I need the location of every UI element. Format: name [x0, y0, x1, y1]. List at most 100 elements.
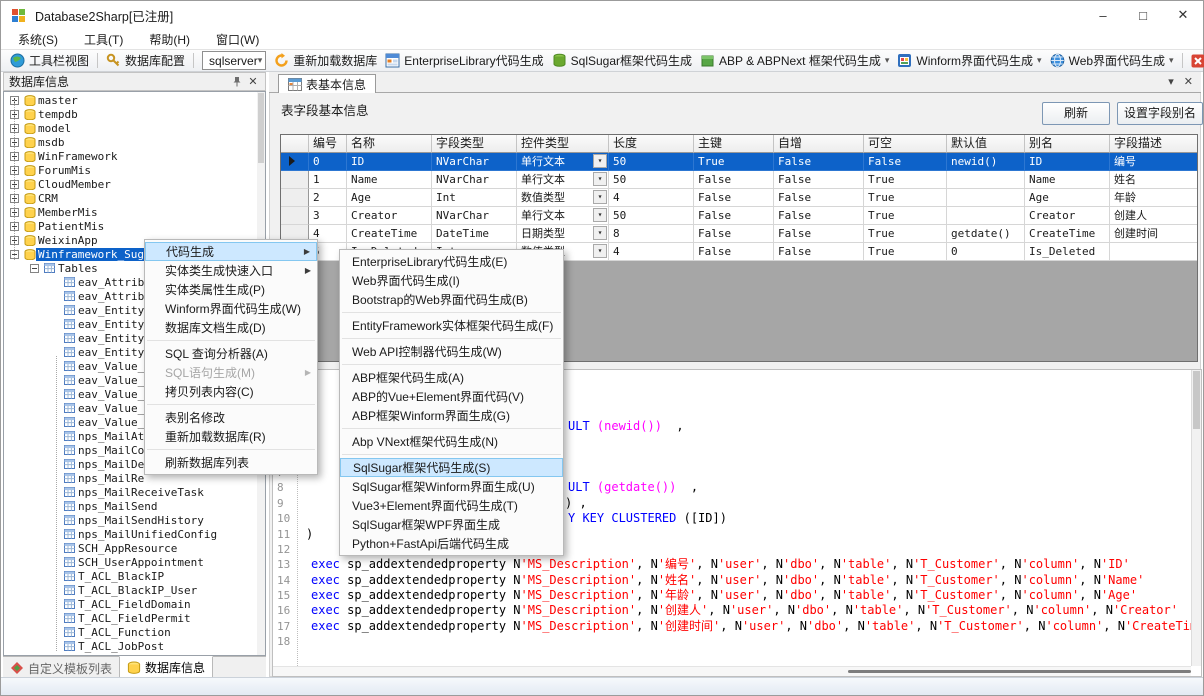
maximize-button[interactable]: □: [1123, 1, 1163, 29]
grid-cell[interactable]: Name: [347, 171, 432, 189]
grid-cell[interactable]: False: [774, 171, 864, 189]
context-menu-item-10[interactable]: 表别名修改: [145, 408, 317, 427]
grid-cell[interactable]: 50: [609, 171, 694, 189]
grid-column-header[interactable]: 默认值: [947, 135, 1025, 153]
grid-row[interactable]: 0IDNVarChar单行文本▾50TrueFalseFalsenewid()I…: [281, 153, 1197, 171]
tree-database-master[interactable]: master: [4, 93, 265, 107]
context-menu-item-3[interactable]: Winform界面代码生成(W): [145, 299, 317, 318]
submenu-item-10[interactable]: ABP框架Winform界面生成(G): [340, 406, 563, 425]
grid-cell[interactable]: 年龄: [1110, 189, 1198, 207]
grid-column-header[interactable]: 可空: [864, 135, 947, 153]
cell-dropdown-icon[interactable]: ▾: [593, 244, 607, 258]
winform-codegen-button[interactable]: Winform界面代码生成 ▾: [893, 51, 1045, 70]
grid-row-selector[interactable]: [281, 189, 309, 207]
grid-cell[interactable]: Int: [432, 189, 517, 207]
menubar-item-0[interactable]: 系统(S): [5, 29, 71, 50]
grid-column-header[interactable]: 字段描述: [1110, 135, 1198, 153]
submenu-item-16[interactable]: Vue3+Element界面代码生成(T): [340, 496, 563, 515]
grid-cell[interactable]: [947, 171, 1025, 189]
grid-cell[interactable]: 单行文本▾: [517, 153, 609, 171]
tree-database-ForumMis[interactable]: ForumMis: [4, 163, 265, 177]
web-codegen-button[interactable]: Web界面代码生成 ▾: [1046, 51, 1178, 70]
grid-cell[interactable]: 0: [947, 243, 1025, 261]
tree-database-PatientMis[interactable]: PatientMis: [4, 219, 265, 233]
grid-cell[interactable]: 2: [309, 189, 347, 207]
grid-cell[interactable]: True: [864, 171, 947, 189]
grid-column-header[interactable]: 控件类型: [517, 135, 609, 153]
grid-cell[interactable]: True: [864, 225, 947, 243]
tree-table-item[interactable]: nps_MailUnifiedConfig: [4, 527, 265, 541]
grid-cell[interactable]: [1110, 243, 1198, 261]
grid-cell[interactable]: CreateTime: [1025, 225, 1110, 243]
tree-table-item[interactable]: T_ACL_BlackIP_User: [4, 583, 265, 597]
grid-row-selector[interactable]: [281, 207, 309, 225]
grid-cell[interactable]: DateTime: [432, 225, 517, 243]
tree-table-item[interactable]: T_ACL_BlackIP: [4, 569, 265, 583]
grid-cell[interactable]: 4: [609, 189, 694, 207]
grid-column-header[interactable]: 名称: [347, 135, 432, 153]
grid-cell[interactable]: 0: [309, 153, 347, 171]
grid-cell[interactable]: 数值类型▾: [517, 189, 609, 207]
tree-database-MemberMis[interactable]: MemberMis: [4, 205, 265, 219]
grid-cell[interactable]: 50: [609, 153, 694, 171]
grid-cell[interactable]: True: [864, 207, 947, 225]
grid-cell[interactable]: 1: [309, 171, 347, 189]
refresh-button[interactable]: 刷新: [1042, 102, 1110, 125]
tree-table-item[interactable]: SCH_UserAppointment: [4, 555, 265, 569]
grid-cell[interactable]: 日期类型▾: [517, 225, 609, 243]
grid-cell[interactable]: True: [694, 153, 774, 171]
tree-table-item[interactable]: T_ACL_Function: [4, 625, 265, 639]
grid-cell[interactable]: newid(): [947, 153, 1025, 171]
grid-cell[interactable]: False: [774, 243, 864, 261]
submenu-item-0[interactable]: EnterpriseLibrary代码生成(E): [340, 252, 563, 271]
tree-table-item[interactable]: T_ACL_FieldDomain: [4, 597, 265, 611]
grid-row-selector[interactable]: [281, 171, 309, 189]
cell-dropdown-icon[interactable]: ▾: [593, 154, 607, 168]
cell-dropdown-icon[interactable]: ▾: [593, 226, 607, 240]
grid-column-header[interactable]: 自增: [774, 135, 864, 153]
tree-table-item[interactable]: nps_MailSendHistory: [4, 513, 265, 527]
tree-table-item[interactable]: T_ACL_JobPost: [4, 639, 265, 653]
grid-cell[interactable]: False: [774, 189, 864, 207]
grid-cell[interactable]: False: [774, 225, 864, 243]
menubar-item-3[interactable]: 窗口(W): [203, 29, 272, 50]
grid-cell[interactable]: [947, 189, 1025, 207]
grid-row-selector[interactable]: [281, 153, 309, 171]
context-menu-item-6[interactable]: SQL 查询分析器(A): [145, 344, 317, 363]
submenu-item-18[interactable]: Python+FastApi后端代码生成: [340, 534, 563, 553]
submenu-item-9[interactable]: ABP的Vue+Element界面代码(V): [340, 387, 563, 406]
exit-button[interactable]: 退出: [1187, 51, 1204, 70]
tree-table-item[interactable]: nps_MailSend: [4, 499, 265, 513]
submenu-item-4[interactable]: EntityFramework实体框架代码生成(F): [340, 316, 563, 335]
pin-icon[interactable]: [232, 76, 246, 87]
context-menu-item-8[interactable]: 拷贝列表内容(C): [145, 382, 317, 401]
menubar-item-1[interactable]: 工具(T): [71, 29, 136, 50]
submenu-item-1[interactable]: Web界面代码生成(I): [340, 271, 563, 290]
grid-cell[interactable]: ID: [347, 153, 432, 171]
grid-cell[interactable]: Is_Deleted: [1025, 243, 1110, 261]
minimize-button[interactable]: –: [1083, 1, 1123, 29]
grid-cell[interactable]: [947, 207, 1025, 225]
submenu-item-6[interactable]: Web API控制器代码生成(W): [340, 342, 563, 361]
grid-row[interactable]: 1NameNVarChar单行文本▾50FalseFalseTrueName姓名: [281, 171, 1197, 189]
grid-cell[interactable]: 创建时间: [1110, 225, 1198, 243]
cell-dropdown-icon[interactable]: ▾: [593, 208, 607, 222]
grid-cell[interactable]: NVarChar: [432, 207, 517, 225]
grid-cell[interactable]: 8: [609, 225, 694, 243]
grid-cell[interactable]: False: [774, 207, 864, 225]
context-menu-item-1[interactable]: 实体类生成快速入口▶: [145, 261, 317, 280]
grid-column-header[interactable]: 字段类型: [432, 135, 517, 153]
grid-cell[interactable]: NVarChar: [432, 171, 517, 189]
database-type-select[interactable]: sqlserver ▾: [202, 51, 266, 70]
submenu-item-12[interactable]: Abp VNext框架代码生成(N): [340, 432, 563, 451]
tab-table-basic-info[interactable]: 表基本信息: [278, 74, 376, 94]
grid-row[interactable]: 2AgeInt数值类型▾4FalseFalseTrueAge年龄: [281, 189, 1197, 207]
tab-list-dropdown-icon[interactable]: ▾: [1168, 75, 1174, 88]
tree-database-tempdb[interactable]: tempdb: [4, 107, 265, 121]
grid-cell[interactable]: True: [864, 243, 947, 261]
grid-cell[interactable]: Creator: [347, 207, 432, 225]
collapse-minus-icon[interactable]: [30, 264, 39, 273]
sqlsugar-codegen-button[interactable]: SqlSugar框架代码生成: [548, 51, 696, 70]
grid-cell[interactable]: False: [694, 171, 774, 189]
toolbar-view-button[interactable]: 工具栏视图: [6, 51, 93, 70]
